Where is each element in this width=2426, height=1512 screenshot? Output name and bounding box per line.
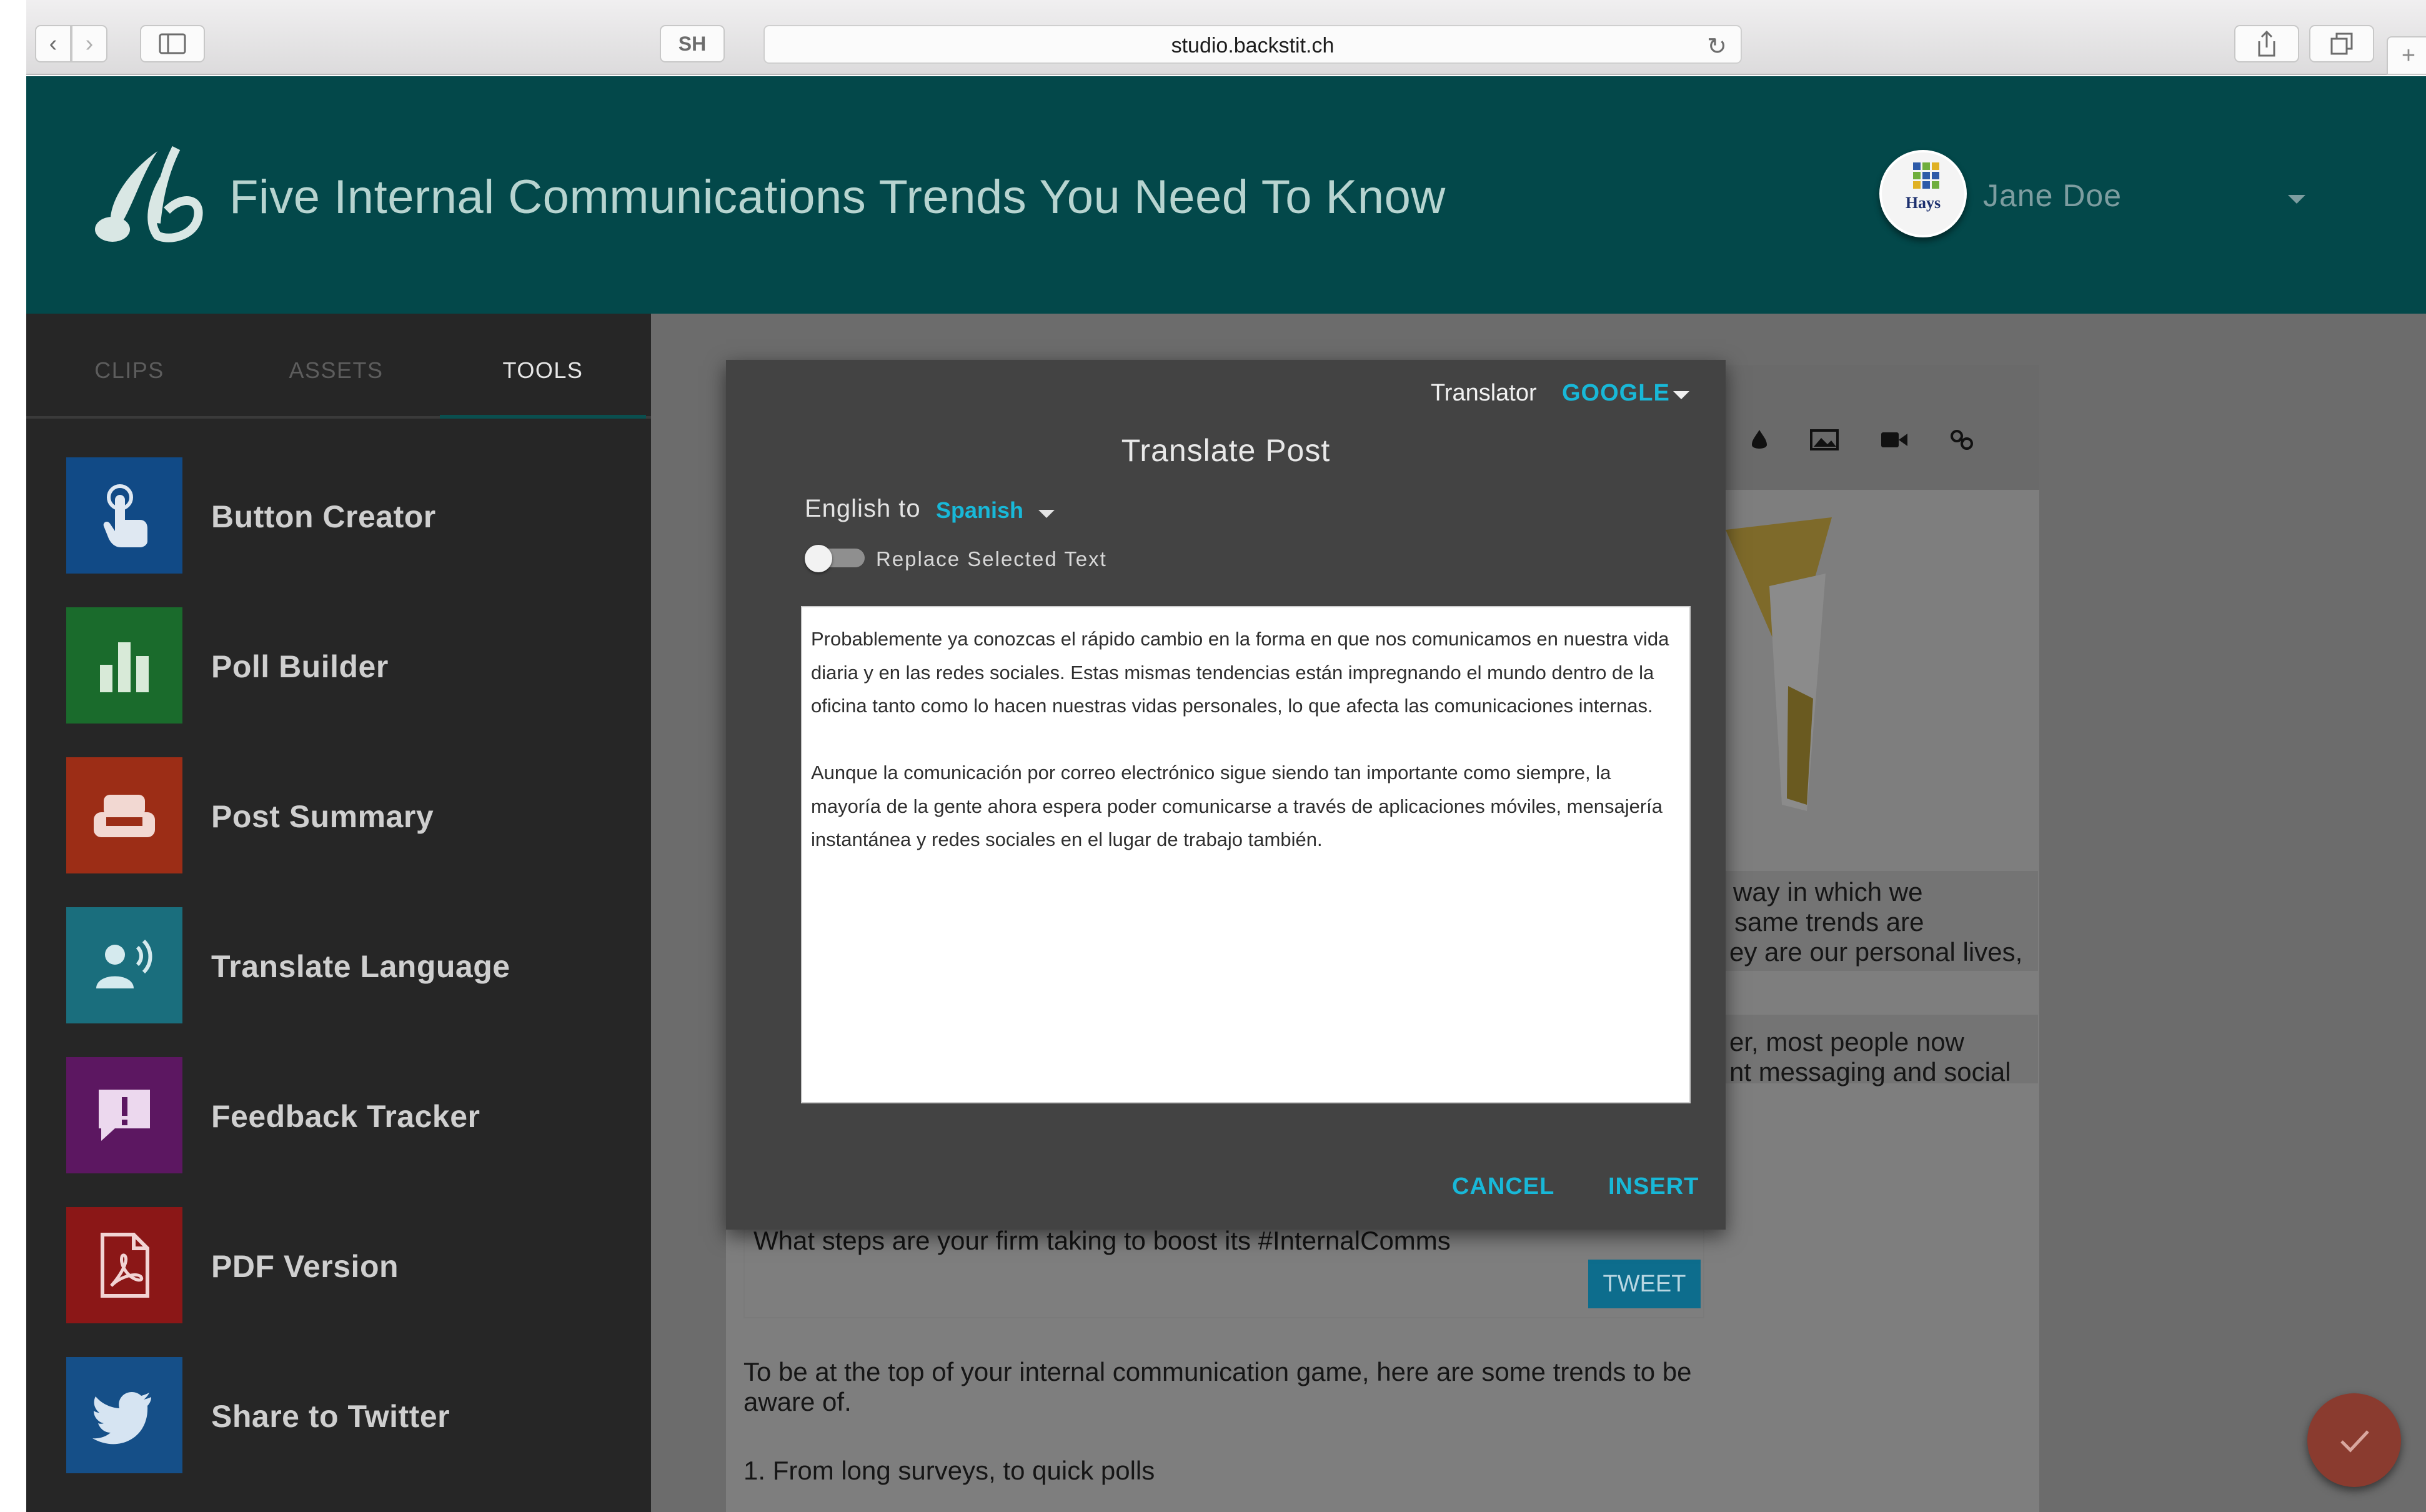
url-bar[interactable]: studio.backstit.ch ↻ <box>763 25 1742 64</box>
reload-icon[interactable]: ↻ <box>1707 32 1727 61</box>
tab-badge[interactable]: SH <box>660 25 725 62</box>
avatar[interactable]: Hays <box>1879 150 1967 237</box>
feedback-icon <box>66 1057 182 1173</box>
cancel-button[interactable]: CANCEL <box>1452 1173 1554 1200</box>
body-line: 1. From long surveys, to quick polls <box>743 1456 1155 1485</box>
tool-label: Translate Language <box>211 949 510 984</box>
tool-poll-builder[interactable]: Poll Builder <box>66 607 629 726</box>
backstitch-logo-icon <box>95 146 203 242</box>
pointer-hand-icon <box>66 457 182 574</box>
caret-down-icon[interactable] <box>1673 391 1689 399</box>
tool-label: Feedback Tracker <box>211 1099 480 1134</box>
url-text: studio.backstit.ch <box>1171 34 1335 57</box>
translator-select[interactable]: GOOGLE <box>1562 380 1670 407</box>
user-name[interactable]: Jane Doe <box>1983 177 2122 214</box>
translation-textarea[interactable]: Probablemente ya conozcas el rápido camb… <box>801 606 1691 1103</box>
tool-share-to-twitter[interactable]: Share to Twitter <box>66 1357 629 1476</box>
replace-text-toggle[interactable] <box>805 545 865 572</box>
tool-post-summary[interactable]: Post Summary <box>66 757 629 876</box>
body-line: ey are our personal lives, <box>1729 937 2023 967</box>
translation-paragraph: Probablemente ya conozcas el rápido camb… <box>811 628 1669 717</box>
sidebar-tabs: CLIPS ASSETS TOOLS <box>26 314 651 419</box>
source-language-label: English to <box>805 495 921 522</box>
link-icon[interactable] <box>1947 427 1977 452</box>
video-icon[interactable] <box>1879 427 1909 452</box>
body-line: er, most people now <box>1729 1027 1964 1057</box>
drop-icon[interactable] <box>1744 427 1774 452</box>
body-line: nt messaging and social <box>1729 1057 2011 1087</box>
active-tab-indicator <box>440 415 646 419</box>
translator-label: Translator <box>1431 380 1537 406</box>
image-icon[interactable] <box>1809 427 1839 452</box>
tab-assets[interactable]: ASSETS <box>233 357 439 384</box>
body-line: same trends are <box>1734 907 1924 937</box>
sidebar: CLIPS ASSETS TOOLS Button Creator Poll B… <box>26 314 651 1512</box>
target-language-select[interactable]: Spanish <box>936 497 1023 524</box>
translate-dialog: Translator GOOGLE Translate Post English… <box>726 360 1726 1230</box>
tool-button-creator[interactable]: Button Creator <box>66 457 629 576</box>
avatar-text: Hays <box>1905 194 1941 212</box>
tweet-button[interactable]: TWEET <box>1588 1260 1701 1308</box>
body-line: way in which we <box>1733 877 1923 907</box>
dialog-title: Translate Post <box>1121 433 1331 468</box>
pdf-icon <box>66 1207 182 1323</box>
tool-label: PDF Version <box>211 1249 399 1284</box>
caret-down-icon[interactable] <box>2288 195 2305 204</box>
translation-paragraph: Aunque la comunicación por correo electr… <box>811 762 1663 850</box>
body-line: To be at the top of your internal commun… <box>743 1357 1692 1386</box>
tool-label: Post Summary <box>211 799 434 834</box>
tool-translate-language[interactable]: Translate Language <box>66 907 629 1026</box>
app-header: Five Internal Communications Trends You … <box>26 76 2426 314</box>
tweet-text: What steps are your firm taking to boost… <box>753 1226 1451 1255</box>
tool-pdf-version[interactable]: PDF Version <box>66 1207 629 1326</box>
couch-icon <box>66 757 182 873</box>
tool-label: Share to Twitter <box>211 1399 450 1434</box>
post-title: Five Internal Communications Trends You … <box>229 171 1446 224</box>
checkmark-icon <box>2340 1430 2369 1453</box>
tab-clips[interactable]: CLIPS <box>26 357 232 384</box>
hero-image <box>1726 517 1832 811</box>
browser-toolbar: ‹ › SH studio.backstit.ch ↻ + <box>26 0 2426 75</box>
save-button[interactable] <box>2307 1393 2401 1487</box>
tool-feedback-tracker[interactable]: Feedback Tracker <box>66 1057 629 1176</box>
forward-icon[interactable]: › <box>71 25 107 62</box>
back-icon[interactable]: ‹ <box>35 25 71 62</box>
hays-logo-icon <box>1913 162 1939 189</box>
insert-button[interactable]: INSERT <box>1608 1173 1699 1200</box>
speaker-person-icon <box>66 907 182 1023</box>
caret-down-icon[interactable] <box>1038 510 1055 518</box>
sidebar-toggle-icon[interactable] <box>140 25 205 62</box>
tabs-icon[interactable] <box>2309 25 2374 62</box>
body-line: aware of. <box>743 1387 852 1416</box>
twitter-icon <box>66 1357 182 1473</box>
share-icon[interactable] <box>2234 25 2299 62</box>
bar-chart-icon <box>66 607 182 724</box>
tool-label: Poll Builder <box>211 649 389 684</box>
new-tab-icon[interactable]: + <box>2387 36 2426 75</box>
tab-tools[interactable]: TOOLS <box>440 357 646 384</box>
tool-label: Button Creator <box>211 499 436 534</box>
toggle-knob <box>805 545 832 572</box>
toggle-label: Replace Selected Text <box>876 547 1107 570</box>
